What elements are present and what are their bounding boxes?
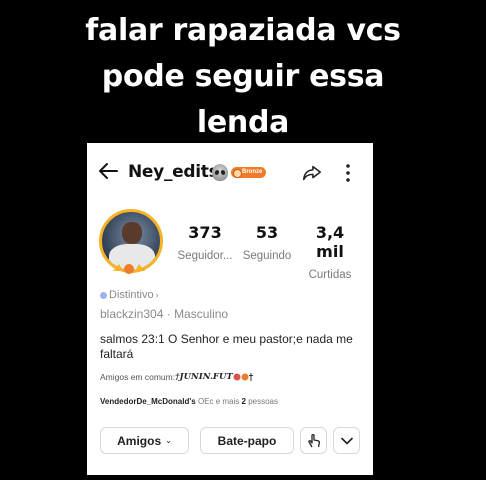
profile-bio: salmos 23:1 O Senhor e meu pastor;e nada… [100,332,353,361]
handle-line: blackzin304 · Masculino [100,307,228,321]
stat-following-label: Seguindo [242,250,292,262]
followed-by-name: VendedorDe_McDonald's [100,397,196,406]
chevron-down-icon [340,437,353,444]
stat-followers-label: Seguidor... [177,250,233,262]
followed-by-rest: OEc e mais [197,397,240,406]
caption: falar rapaziada vcs pode seguir essa len… [0,8,486,146]
stat-likes[interactable]: 3,4 mil Curtidas [301,223,359,281]
followed-by-count: 2 [241,397,246,406]
mutual-friend-name: †JUNIN.FUT [175,372,233,382]
chevron-down-icon: ⌄ [165,436,172,445]
emoji-decoration-icon [233,373,253,381]
stat-followers[interactable]: 373 Seguidor... [177,223,233,262]
avatar-head [122,222,142,244]
friends-button[interactable]: Amigos ⌄ [100,427,189,454]
back-arrow-icon[interactable] [97,159,121,183]
caption-line-3: lenda [196,105,290,140]
friends-button-label: Amigos [117,433,162,448]
hand-touch-icon [307,433,320,447]
more-options-button[interactable] [333,427,360,454]
touch-button[interactable] [300,427,327,454]
stat-likes-label: Curtidas [308,269,352,281]
profile-gender: Masculino [174,307,229,321]
caption-line-1: falar rapaziada vcs [85,13,401,48]
alien-icon [212,164,228,181]
avatar-decoration-icon [113,264,145,274]
followed-by-suffix: pessoas [248,397,278,406]
followed-by[interactable]: VendedorDe_McDonald's OEc e mais 2 pesso… [100,397,278,406]
separator-dot: · [166,307,175,321]
distintivo-icon [100,291,107,299]
chat-button[interactable]: Bate-papo [200,427,294,454]
stat-likes-count: 3,4 mil [315,223,345,261]
chat-button-label: Bate-papo [217,433,277,448]
distintivo-link[interactable]: Distintivo › [100,289,159,301]
more-vertical-icon[interactable] [340,162,356,184]
stat-following[interactable]: 53 Seguindo [239,223,295,262]
profile-username: Ney_edits [128,162,219,182]
profile-screen: Ney_edits Bronze 373 Seguidor... 53 Segu… [87,143,373,475]
share-icon[interactable] [301,162,323,184]
chevron-right-icon: › [155,290,159,300]
stat-following-count: 53 [255,223,279,242]
bronze-badge: Bronze [231,167,267,178]
profile-header: Ney_edits Bronze [87,143,373,201]
distintivo-label: Distintivo [109,289,154,301]
profile-handle: blackzin304 [100,307,164,321]
mutual-friends[interactable]: Amigos em comum: †JUNIN.FUT [100,372,255,382]
caption-line-2: pode seguir essa [101,59,385,94]
mutual-friends-prefix: Amigos em comum: [100,372,176,382]
stat-followers-count: 373 [188,223,222,242]
